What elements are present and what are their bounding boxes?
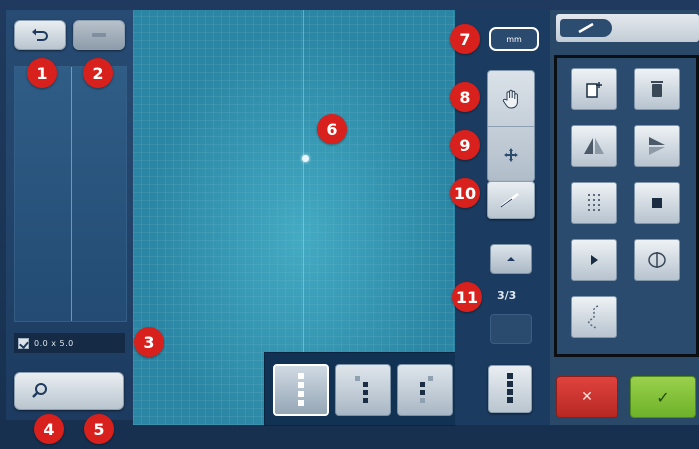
stitch-block-button[interactable] <box>634 182 680 224</box>
callout-5: 5 <box>84 414 114 444</box>
insert-button[interactable] <box>571 68 617 110</box>
preview-stitch-line <box>71 67 72 321</box>
play-triangle-icon <box>591 255 598 265</box>
move-button[interactable] <box>488 127 534 182</box>
redo-icon <box>92 33 106 37</box>
mirror-vertical-icon <box>649 137 665 155</box>
delete-button[interactable] <box>634 68 680 110</box>
callout-9: 9 <box>450 130 480 160</box>
move-tools-group <box>487 70 535 182</box>
selection-size-bar[interactable]: 0.0 x 5.0 <box>14 333 125 353</box>
unit-button[interactable]: mm <box>489 27 539 51</box>
edit-functions-grid <box>554 55 699 357</box>
move-arrows-icon <box>504 147 518 162</box>
callout-1: 1 <box>27 58 57 88</box>
straight-stitch-icon <box>298 373 304 406</box>
cross-icon: ✕ <box>581 389 593 405</box>
stitch-preview <box>14 66 127 322</box>
hand-icon <box>502 89 518 109</box>
edit-stitch-button[interactable] <box>487 181 535 219</box>
unit-label: mm <box>506 34 522 44</box>
insert-icon <box>586 82 602 98</box>
stitch-column-icon <box>507 373 513 403</box>
callout-7: 7 <box>450 24 480 54</box>
redo-button[interactable] <box>73 20 125 50</box>
stitch-type-panel <box>264 352 456 426</box>
chevron-up-icon <box>507 257 515 261</box>
square-stitch-icon <box>652 198 662 208</box>
rotate-button[interactable] <box>634 239 680 281</box>
stitch-mode-button[interactable] <box>488 365 532 413</box>
stitch-type-right-button[interactable] <box>397 364 453 416</box>
curve-stitch-button[interactable] <box>571 296 617 338</box>
undo-icon <box>32 28 48 41</box>
size-checkbox[interactable] <box>18 337 29 349</box>
offset-stitch-right-icon <box>420 376 433 403</box>
callout-10: 10 <box>450 178 480 208</box>
scroll-down-button[interactable] <box>490 314 532 344</box>
confirm-button[interactable]: ✓ <box>630 376 696 418</box>
pencil-tab-icon <box>578 22 594 34</box>
stitch-type-straight-button[interactable] <box>273 364 329 416</box>
stitch-forward-button[interactable] <box>571 239 617 281</box>
zoom-button[interactable] <box>14 372 124 410</box>
stitch-type-left-button[interactable] <box>335 364 391 416</box>
callout-2: 2 <box>83 58 113 88</box>
trash-icon <box>651 81 663 97</box>
pencil-icon <box>500 193 519 208</box>
mirror-horizontal-button[interactable] <box>571 125 617 167</box>
mirror-horizontal-icon <box>584 138 604 154</box>
stitch-point[interactable] <box>302 155 309 162</box>
selection-size-text: 0.0 x 5.0 <box>34 338 74 348</box>
offset-stitch-left-icon <box>355 376 368 403</box>
callout-3: 3 <box>134 327 164 357</box>
rotate-circle-icon <box>648 252 666 268</box>
callout-8: 8 <box>450 82 480 112</box>
pan-button[interactable] <box>488 71 534 127</box>
stitch-density-button[interactable] <box>571 182 617 224</box>
curve-stitch-icon <box>587 305 599 329</box>
cancel-button[interactable]: ✕ <box>556 376 618 418</box>
callout-6: 6 <box>317 114 347 144</box>
mirror-vertical-button[interactable] <box>634 125 680 167</box>
callout-11: 11 <box>452 282 482 312</box>
callout-4: 4 <box>34 414 64 444</box>
magnifier-icon <box>32 383 47 398</box>
embroidery-edit-screen: 0.0 x 5.0 mm 3/3 ✕ ✓ 1 2 3 4 5 6 7 8 9 1… <box>0 0 699 449</box>
page-indicator: 3/3 <box>497 289 517 302</box>
edit-tab[interactable] <box>560 19 612 37</box>
check-icon: ✓ <box>656 387 670 407</box>
undo-button[interactable] <box>14 20 66 50</box>
scroll-up-button[interactable] <box>490 244 532 274</box>
dotted-stitch-icon <box>588 194 600 211</box>
